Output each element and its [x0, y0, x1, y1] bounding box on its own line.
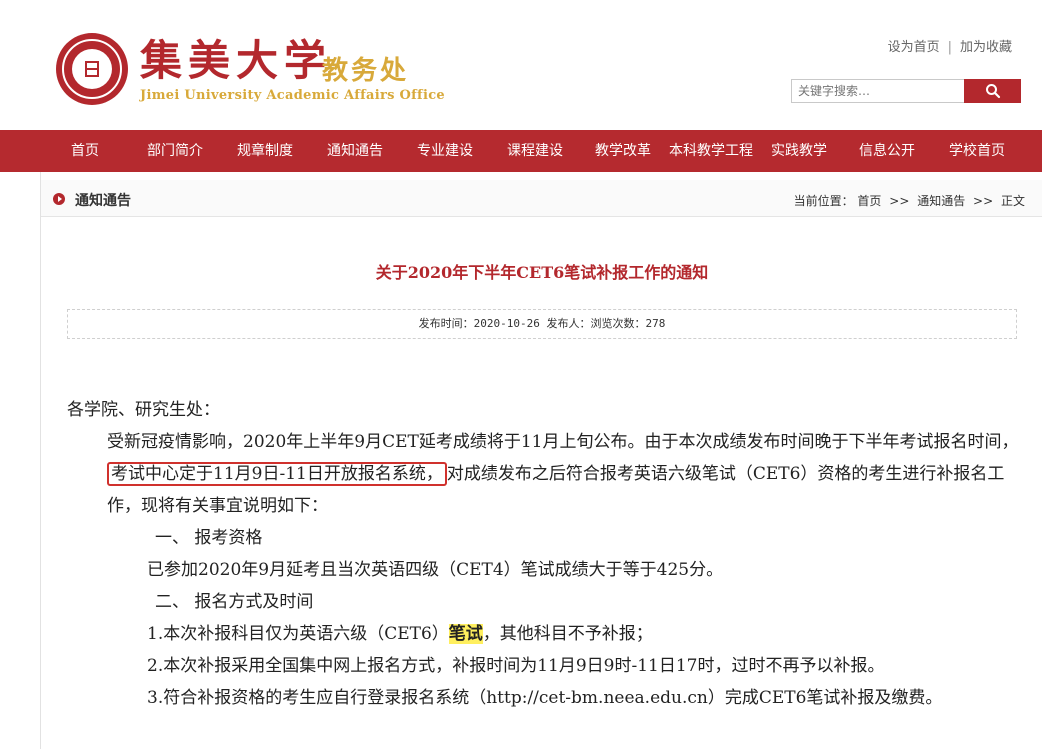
heading-eligibility: 一、 报考资格 — [155, 528, 263, 548]
nav-item-home[interactable]: 首页 — [49, 130, 121, 172]
nav-item-teaching-reform[interactable]: 教学改革 — [587, 130, 659, 172]
search-box — [791, 79, 1021, 103]
breadcrumb-label: 当前位置： — [793, 194, 854, 208]
heading-registration: 二、 报名方式及时间 — [155, 592, 314, 612]
breadcrumb-separator: >> — [973, 194, 994, 208]
nav-item-regulations[interactable]: 规章制度 — [229, 130, 301, 172]
nav-item-about[interactable]: 部门简介 — [139, 130, 211, 172]
school-name-en: Jimei University Academic Affairs Office — [140, 88, 445, 103]
highlighted-text: 笔试 — [448, 624, 483, 644]
set-homepage-link[interactable]: 设为首页 — [888, 40, 940, 55]
school-name-cn: 集美大学 — [140, 36, 333, 85]
office-name-cn: 教务处 — [322, 56, 410, 86]
breadcrumb: 当前位置： 首页 >> 通知通告 >> 正文 — [794, 192, 1025, 209]
article-body: 各学院、研究生处： 受新冠疫情影响，2020年上半年9月CET延考成绩将于11月… — [67, 394, 1027, 714]
search-input[interactable] — [791, 79, 965, 103]
nav-item-majors[interactable]: 专业建设 — [409, 130, 481, 172]
nav-item-courses[interactable]: 课程建设 — [499, 130, 571, 172]
list-item-2: 2.本次补报采用全国集中网上报名方式，补报时间为11月9日9时-11日17时，过… — [147, 656, 885, 676]
nav-item-info-disclosure[interactable]: 信息公开 — [851, 130, 923, 172]
section-header-bar: 通知通告 当前位置： 首页 >> 通知通告 >> 正文 — [41, 180, 1042, 217]
main-nav: 首页 部门简介 规章制度 通知通告 专业建设 课程建设 教学改革 本科教学工程 … — [0, 130, 1042, 172]
breadcrumb-current: 正文 — [1000, 194, 1025, 208]
arrow-bullet-icon — [53, 193, 65, 205]
search-button[interactable] — [964, 79, 1021, 103]
list-item-1-text-b: ，其他科目不予补报； — [482, 624, 653, 644]
article-meta: 发布时间：2020-10-26 发布人：浏览次数：278 — [67, 309, 1017, 339]
list-item-1: 1.本次补报科目仅为英语六级（CET6）笔试，其他科目不予补报； — [67, 618, 1027, 650]
nav-item-undergrad-project[interactable]: 本科教学工程 — [663, 130, 759, 172]
paragraph-eligibility: 已参加2020年9月延考且当次英语四级（CET4）笔试成绩大于等于425分。 — [147, 560, 724, 580]
article-title: 关于2020年下半年CET6笔试补报工作的通知 — [375, 263, 709, 282]
link-separator: | — [947, 40, 952, 55]
site-header: 集美大学 教务处 Jimei University Academic Affai… — [0, 0, 1042, 130]
seal-ring — [62, 39, 122, 99]
seal-center — [72, 49, 112, 89]
nav-item-practice[interactable]: 实践教学 — [763, 130, 835, 172]
university-seal-logo[interactable] — [56, 33, 128, 105]
nav-item-notices[interactable]: 通知通告 — [319, 130, 391, 172]
salutation: 各学院、研究生处： — [67, 400, 220, 420]
section-title: 通知通告 — [75, 193, 131, 209]
nav-item-school-home[interactable]: 学校首页 — [941, 130, 1013, 172]
top-links: 设为首页 | 加为收藏 — [888, 36, 1012, 55]
list-item-1-text-a: 1.本次补报科目仅为英语六级（CET6） — [147, 624, 449, 644]
paragraph-intro: 受新冠疫情影响，2020年上半年9月CET延考成绩将于11月上旬公布。由于本次成… — [67, 426, 1027, 522]
content-panel: 通知通告 当前位置： 首页 >> 通知通告 >> 正文 关于2020年下半年CE… — [40, 172, 1042, 749]
intro-text-a: 受新冠疫情影响，2020年上半年9月CET延考成绩将于11月上旬公布。由于本次成… — [107, 432, 1019, 452]
seal-emblem-icon — [85, 61, 99, 77]
boxed-emphasis-text: 考试中心定于11月9日-11日开放报名系统， — [107, 462, 447, 486]
search-icon — [985, 84, 1000, 99]
breadcrumb-notices[interactable]: 通知通告 — [917, 194, 965, 208]
breadcrumb-home[interactable]: 首页 — [857, 194, 881, 208]
list-item-3: 3.符合补报资格的考生应自行登录报名系统（http://cet-bm.neea.… — [147, 688, 943, 708]
add-favorite-link[interactable]: 加为收藏 — [960, 40, 1012, 55]
breadcrumb-separator: >> — [889, 194, 910, 208]
